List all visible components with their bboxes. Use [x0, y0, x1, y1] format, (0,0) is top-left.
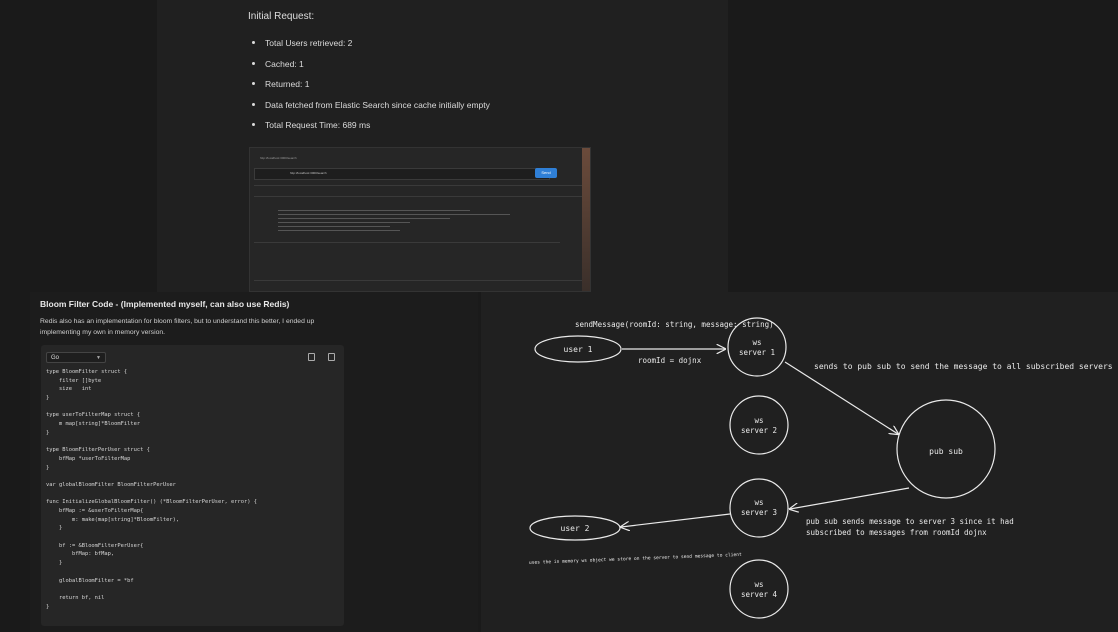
code-line: } [46, 560, 63, 567]
code-line: } [46, 429, 50, 436]
code-line: m: make(map[string]*BloomFilter), [46, 516, 180, 523]
postman-code-line [278, 210, 470, 211]
server4-node [729, 559, 789, 619]
code-line: type BloomFilterPerUser struct { [46, 447, 150, 454]
code-line: type userToFilterMap struct { [46, 412, 141, 419]
code-line: func InitializeGlobalBloomFilter() (*Blo… [46, 499, 257, 506]
code-line: } [46, 395, 50, 402]
send-to-pubsub-label: sends to pub sub to send the message to … [814, 362, 1113, 371]
postman-tab-url: http://localhost:3000/search [260, 156, 297, 160]
server4-label-line2: server 4 [741, 590, 778, 599]
postman-send-button: Send [535, 168, 557, 178]
code-line: bf := &BloomFilterPerUser{ [46, 542, 144, 549]
postman-code-line [278, 230, 400, 231]
chevron-down-icon: ▼ [96, 355, 101, 361]
in-memory-note: uses the in memory ws object we store on… [529, 552, 742, 566]
code-line: type BloomFilter struct { [46, 369, 128, 375]
server2-label-line1: ws [754, 416, 763, 425]
code-line: size int [46, 386, 92, 393]
bullet-cached: Cached: 1 [248, 58, 490, 79]
server1-to-pubsub-arrow [784, 361, 898, 434]
diagram-canvas: sendMessage(roomId: string, message: str… [529, 317, 1113, 619]
bullet-request-time: Total Request Time: 689 ms [248, 119, 490, 140]
pubsub-to-server3-arrow [790, 487, 910, 509]
architecture-diagram: sendMessage(roomId: string, message: str… [481, 292, 1118, 632]
request-bullet-list: Total Users retrieved: 2 Cached: 1 Retur… [248, 37, 490, 140]
code-line: bfMap := &userToFilterMap{ [46, 508, 144, 514]
bloom-description: Redis also has an implementation for blo… [40, 318, 315, 336]
postman-screenshot: http://localhost:3000/search http://loca… [249, 147, 591, 292]
code-line: } [46, 525, 63, 532]
bullet-total-users: Total Users retrieved: 2 [248, 37, 490, 58]
postman-response-divider [254, 280, 586, 281]
user1-label: user 1 [564, 345, 593, 354]
server3-label-line2: server 3 [741, 508, 777, 517]
server2-label-line2: server 2 [741, 426, 777, 435]
postman-code-line [278, 226, 390, 227]
postman-body-end [254, 242, 560, 243]
language-select-value: Go [51, 355, 60, 361]
room-id-label: roomId = dojnx [638, 356, 702, 365]
server4-label-line1: ws [754, 580, 763, 589]
code-line: return bf, nil [46, 594, 105, 601]
delete-icon[interactable] [328, 353, 335, 361]
code-line: m map[string]*BloomFilter [46, 421, 141, 428]
postman-code-line [278, 214, 510, 215]
postman-code-line [278, 218, 450, 219]
request-notes-panel: Initial Request: Total Users retrieved: … [157, 0, 728, 292]
code-lines: type BloomFilter struct { filter []byte … [46, 369, 257, 612]
postman-wallpaper-edge [582, 148, 590, 291]
postman-code-line [278, 222, 410, 223]
bullet-data-source: Data fetched from Elastic Search since c… [248, 99, 490, 120]
code-line: bfMap: bfMap, [46, 551, 115, 558]
code-line: filter []byte [46, 377, 102, 384]
code-line: } [46, 603, 50, 610]
server1-label-line2: server 1 [739, 348, 775, 357]
server2-node [729, 395, 789, 455]
postman-request-url: http://localhost:3000/search [290, 171, 327, 175]
code-block: Go ▼ type BloomFilter struct { filter []… [41, 345, 344, 626]
bloom-filter-panel: Bloom Filter Code - (Implemented myself,… [30, 292, 478, 632]
server3-label-line1: ws [754, 498, 763, 507]
code-line: } [46, 464, 50, 471]
code-line: bfMap *userToFilterMap [46, 455, 131, 462]
pubsub-note-line2: subscribed to messages from roomId dojnx [806, 528, 987, 537]
postman-body-divider [254, 196, 586, 197]
language-select[interactable]: Go ▼ [46, 352, 106, 363]
server1-label-line1: ws [752, 338, 761, 347]
request-heading: Initial Request: [248, 11, 315, 22]
server3-to-user2-arrow [621, 513, 731, 527]
bloom-title: Bloom Filter Code - (Implemented myself,… [40, 299, 290, 309]
bullet-returned: Returned: 1 [248, 78, 490, 99]
copy-icon[interactable] [308, 353, 315, 361]
pubsub-note-line1: pub sub sends message to server 3 since … [806, 517, 1014, 526]
pubsub-label: pub sub [929, 447, 963, 456]
user2-label: user 2 [561, 524, 590, 533]
code-line: globalBloomFilter = *bf [46, 577, 134, 584]
code-line: var globalBloomFilter BloomFilterPerUser [46, 481, 176, 488]
postman-tab-divider [254, 185, 586, 186]
